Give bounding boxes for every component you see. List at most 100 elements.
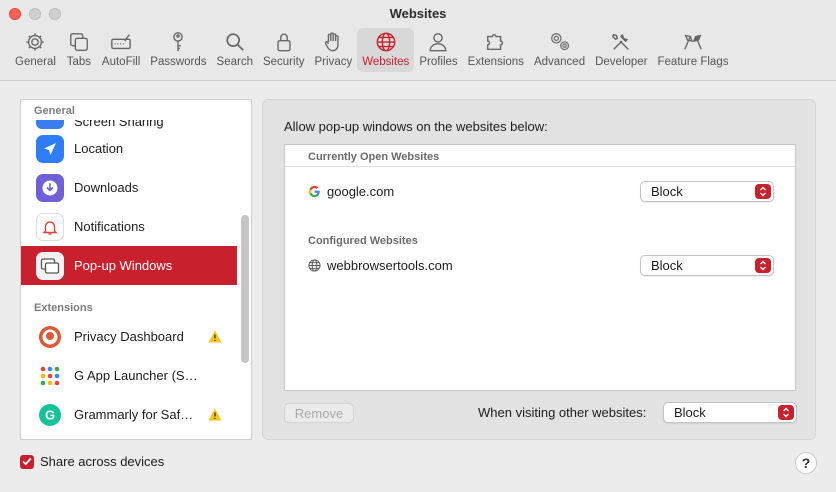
popup-windows-icon [36, 251, 64, 280]
webbrowsertools-setting-select[interactable]: Block [640, 255, 774, 276]
tab-developer-label: Developer [595, 56, 648, 68]
other-websites-select[interactable]: Block [663, 402, 797, 423]
person-icon [425, 30, 451, 54]
google-setting-select[interactable]: Block [640, 181, 774, 202]
gears-icon [547, 30, 573, 54]
tab-autofill[interactable]: AutoFill [97, 28, 145, 72]
tab-feature-flags-label: Feature Flags [657, 56, 729, 68]
site-domain: google.com [327, 184, 395, 199]
chevron-updown-icon [755, 184, 771, 199]
websites-sidebar[interactable]: General Screen Sharing Location Download… [20, 99, 252, 440]
websites-list[interactable]: Currently Open Websites google.com Block… [284, 144, 796, 391]
tab-privacy-label: Privacy [314, 56, 353, 68]
sidebar-item-label: Pop-up Windows [74, 258, 173, 273]
svg-text:G: G [45, 407, 55, 422]
share-across-devices[interactable]: Share across devices [20, 454, 164, 469]
other-websites-label: When visiting other websites: [478, 405, 647, 420]
site-row-google[interactable]: google.com [308, 184, 394, 199]
tab-extensions[interactable]: Extensions [463, 28, 529, 72]
notifications-icon [36, 212, 64, 241]
tab-profiles[interactable]: Profiles [414, 28, 462, 72]
share-checkbox[interactable] [20, 454, 34, 469]
tab-passwords-label: Passwords [150, 56, 207, 68]
preferences-toolbar: General Tabs AutoFill Passwords Search S… [10, 28, 733, 74]
tab-profiles-label: Profiles [419, 56, 458, 68]
tab-autofill-label: AutoFill [101, 56, 141, 68]
sidebar-item-label: Notifications [74, 219, 145, 234]
tools-icon [608, 30, 634, 54]
flags-icon [680, 30, 706, 54]
tab-tabs[interactable]: Tabs [61, 28, 97, 72]
gear-icon [22, 30, 48, 54]
warning-icon [208, 408, 222, 421]
location-icon [36, 134, 64, 163]
help-button[interactable]: ? [795, 452, 817, 474]
downloads-icon [36, 173, 64, 202]
sidebar-item-notifications[interactable]: Notifications [21, 207, 237, 246]
sidebar-scrollbar[interactable] [241, 215, 249, 363]
puzzle-icon [483, 30, 509, 54]
select-value: Block [651, 184, 683, 199]
tab-security-label: Security [262, 56, 305, 68]
chevron-updown-icon [778, 405, 794, 420]
autofill-icon [108, 30, 134, 54]
select-value: Block [674, 405, 706, 420]
tab-search-label: Search [216, 56, 253, 68]
sidebar-item-label: G App Launcher (Shor… [74, 368, 204, 383]
sidebar-item-g-app-launcher[interactable]: G App Launcher (Shor… [21, 356, 237, 395]
currently-open-header: Currently Open Websites [308, 151, 440, 163]
tabs-icon [66, 30, 92, 54]
duckduckgo-icon [36, 322, 64, 351]
select-value: Block [651, 258, 683, 273]
panel-title: Allow pop-up windows on the websites bel… [284, 119, 548, 134]
tab-extensions-label: Extensions [467, 56, 524, 68]
tab-tabs-label: Tabs [66, 56, 92, 68]
site-domain: webbrowsertools.com [327, 258, 453, 273]
sidebar-item-grammarly[interactable]: G Grammarly for Saf… [21, 395, 237, 434]
tab-search[interactable]: Search [212, 28, 258, 72]
site-row-webbrowsertools[interactable]: webbrowsertools.com [308, 258, 453, 273]
header-divider [285, 166, 795, 167]
sidebar-item-privacy-dashboard[interactable]: Privacy Dashboard [21, 317, 237, 356]
hand-icon [320, 30, 346, 54]
warning-icon [208, 330, 222, 343]
tab-advanced-label: Advanced [533, 56, 586, 68]
app-launcher-icon [36, 361, 64, 390]
tab-websites-label: Websites [362, 56, 410, 68]
sidebar-item-label: Location [74, 141, 124, 156]
sidebar-item-label: Grammarly for Saf… [74, 407, 194, 422]
sidebar-item-label: Downloads [74, 180, 139, 195]
remove-button[interactable]: Remove [284, 403, 354, 423]
key-icon [165, 30, 191, 54]
sidebar-item-popup-windows[interactable]: Pop-up Windows [21, 246, 237, 285]
grammarly-icon: G [36, 400, 64, 429]
tab-feature-flags[interactable]: Feature Flags [653, 28, 734, 72]
google-icon [308, 185, 320, 198]
window-title: Websites [389, 6, 447, 21]
sidebar-item-downloads[interactable]: Downloads [21, 168, 237, 207]
globe-icon [308, 259, 321, 272]
configured-header: Configured Websites [308, 235, 418, 247]
sidebar-item-location[interactable]: Location [21, 129, 237, 168]
sidebar-item-label: Screen Sharing [74, 120, 164, 129]
popup-windows-panel: Allow pop-up windows on the websites bel… [262, 99, 816, 440]
tab-websites[interactable]: Websites [357, 28, 415, 72]
tab-security[interactable]: Security [258, 28, 310, 72]
sidebar-section-extensions: Extensions [34, 302, 93, 314]
tab-general[interactable]: General [10, 28, 61, 72]
sidebar-item-label: Privacy Dashboard [74, 329, 184, 344]
tab-general-label: General [15, 56, 56, 68]
sidebar-section-general: General [34, 105, 75, 117]
screen-sharing-icon [36, 120, 64, 129]
tab-advanced[interactable]: Advanced [529, 28, 590, 72]
share-label: Share across devices [40, 454, 165, 469]
chevron-updown-icon [755, 258, 771, 273]
title-bar: Websites General Tabs AutoFill Passwords [0, 0, 836, 81]
sidebar-item-screen-sharing[interactable]: Screen Sharing [21, 120, 237, 129]
tab-privacy[interactable]: Privacy [310, 28, 358, 72]
tab-developer[interactable]: Developer [590, 28, 652, 72]
search-icon [222, 30, 248, 54]
tab-passwords[interactable]: Passwords [145, 28, 211, 72]
lock-icon [271, 30, 297, 54]
globe-icon [373, 30, 399, 54]
